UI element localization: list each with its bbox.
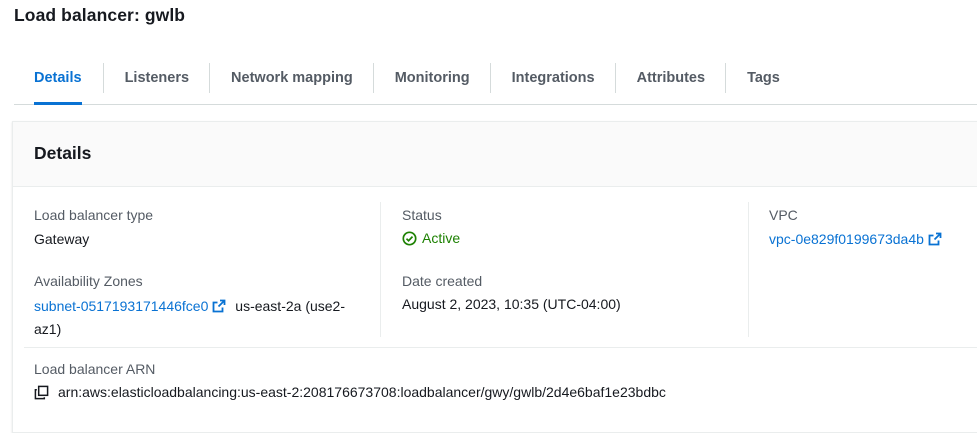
tab-details[interactable]: Details [34,52,82,105]
page-title: Load balancer: gwlb [14,5,186,25]
availability-zones-label: Availability Zones [34,273,143,289]
details-panel-title: Details [34,143,92,163]
details-panel: Details Load balancer type Gateway Avail… [12,121,977,433]
vpc-value: vpc-0e829f0199673da4b [769,231,942,249]
external-link-icon[interactable] [212,298,226,319]
tab-divider [614,63,616,93]
row-divider [24,347,977,348]
tab-integrations[interactable]: Integrations [512,52,595,104]
tab-tags[interactable]: Tags [747,52,780,104]
tab-divider [209,63,211,93]
check-circle-icon [402,230,417,246]
date-created-value: August 2, 2023, 10:35 (UTC-04:00) [402,296,621,312]
tab-attributes[interactable]: Attributes [637,52,705,104]
tab-divider [725,63,727,93]
vpc-link[interactable]: vpc-0e829f0199673da4b [769,231,924,247]
details-panel-header: Details [13,122,977,187]
status-value: Active [402,230,460,246]
date-created-label: Date created [402,273,483,289]
arn-value: arn:aws:elasticloadbalancing:us-east-2:2… [34,384,666,400]
zone-text-continued: az1) [34,321,62,337]
tab-monitoring[interactable]: Monitoring [395,52,470,104]
copy-icon[interactable] [34,385,49,400]
load-balancer-type-label: Load balancer type [34,207,154,223]
arn-text: arn:aws:elasticloadbalancing:us-east-2:2… [58,384,666,400]
tab-network-mapping[interactable]: Network mapping [231,52,353,104]
column-divider [748,202,749,337]
availability-zones-value: subnet-0517193171446fce0 us-east-2a (use… [34,296,369,340]
tab-divider [489,63,491,93]
external-link-icon[interactable] [928,232,942,249]
load-balancer-type-value: Gateway [34,231,90,247]
tab-bar: Details Listeners Network mapping Monito… [14,52,977,105]
status-text: Active [422,230,461,246]
subnet-link[interactable]: subnet-0517193171446fce0 [34,298,208,314]
tab-listeners[interactable]: Listeners [125,52,189,104]
tab-divider [102,63,104,93]
tab-divider [372,63,374,93]
vpc-label: VPC [769,207,798,223]
status-label: Status [402,207,442,223]
arn-label: Load balancer ARN [34,361,156,377]
column-divider [380,202,381,337]
zone-text: us-east-2a (use2- [235,298,345,314]
